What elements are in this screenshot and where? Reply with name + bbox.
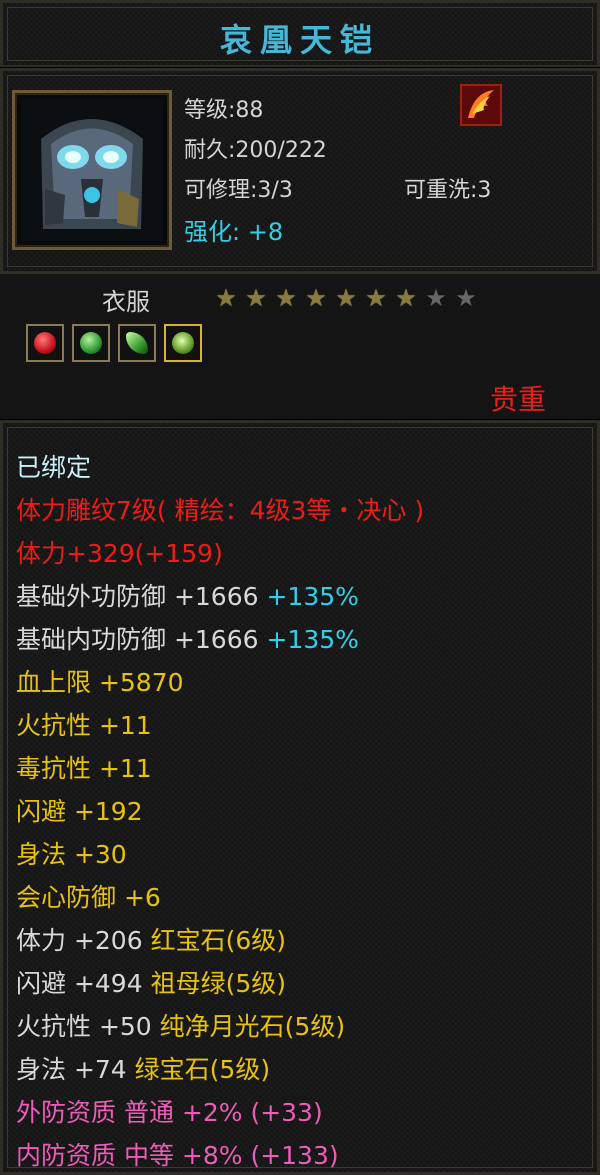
star-filled-icon: ★ <box>395 284 417 312</box>
attr-fire-res: 火抗性 +11 <box>16 711 152 740</box>
star-filled-icon: ★ <box>215 284 237 312</box>
attr-hp: 血上限 +5870 <box>16 668 184 697</box>
star-filled-icon: ★ <box>245 284 267 312</box>
attr-ext-quality: 外防资质 普通 +2% (+33) <box>16 1098 323 1127</box>
attr-carve: 体力雕纹7级( 精绘：4级3等・决心 ) <box>16 496 425 525</box>
armor-icon <box>21 99 163 241</box>
attr-vitality-main: 体力+329(+159) <box>16 539 223 568</box>
bound-status: 已绑定 <box>16 453 92 482</box>
green-gem-icon[interactable] <box>72 324 110 362</box>
item-durability: 耐久:200/222 <box>184 138 327 163</box>
star-empty-icon: ★ <box>455 284 477 312</box>
attr-poison-res: 毒抗性 +11 <box>16 754 152 783</box>
green-leaf-gem-icon[interactable] <box>118 324 156 362</box>
item-repair-count: 可修理:3/3 <box>184 178 293 203</box>
attr-agility: 身法 +30 <box>16 840 127 869</box>
attr-gem-4: 身法 +74 绿宝石(5级) <box>16 1055 271 1084</box>
attr-gem-1: 体力 +206 红宝石(6级) <box>16 926 286 955</box>
star-filled-icon: ★ <box>365 284 387 312</box>
attr-ext-defense: 基础外功防御 +1666 +135% <box>16 582 359 611</box>
item-enhance-level: 强化: +8 <box>184 218 284 246</box>
attr-dodge: 闪避 +192 <box>16 797 143 826</box>
rarity-label: 贵重 <box>490 383 547 416</box>
red-gem-icon[interactable] <box>26 324 64 362</box>
gem-sockets <box>26 324 202 362</box>
attr-crit-defense: 会心防御 +6 <box>16 883 161 912</box>
attr-int-quality: 内防资质 中等 +8% (+133) <box>16 1141 339 1170</box>
star-empty-icon: ★ <box>425 284 447 312</box>
green-jade-gem-icon[interactable] <box>164 324 202 362</box>
star-filled-icon: ★ <box>335 284 357 312</box>
item-slot-label: 衣服 <box>102 288 150 316</box>
star-filled-icon: ★ <box>275 284 297 312</box>
item-rewash-count: 可重洗:3 <box>404 178 492 203</box>
star-filled-icon: ★ <box>305 284 327 312</box>
attr-gem-2: 闪避 +494 祖母绿(5级) <box>16 969 286 998</box>
item-portrait[interactable] <box>12 90 172 250</box>
phoenix-badge-icon[interactable] <box>460 84 502 126</box>
attr-gem-3: 火抗性 +50 纯净月光石(5级) <box>16 1012 346 1041</box>
title-bar: 哀凰天铠 <box>0 0 600 69</box>
star-rating: ★ ★ ★ ★ ★ ★ ★ ★ ★ <box>212 286 480 310</box>
item-level: 等级:88 <box>184 98 264 123</box>
attr-int-defense: 基础内功防御 +1666 +135% <box>16 625 359 654</box>
item-name: 哀凰天铠 <box>219 21 380 59</box>
